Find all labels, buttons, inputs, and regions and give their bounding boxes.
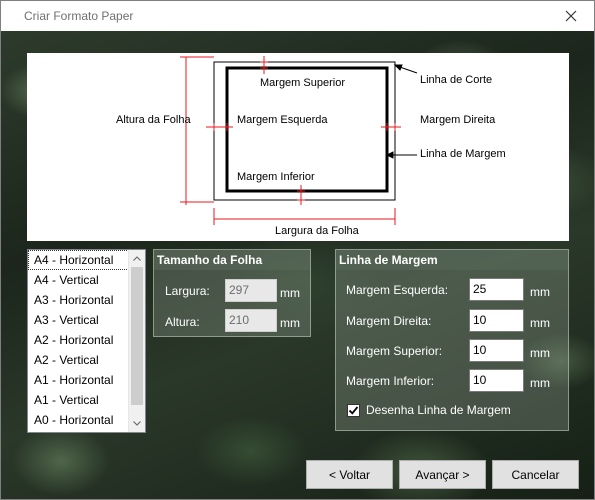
margin-line-group: Linha de Margem Margem Esquerda: 25 mm M… bbox=[335, 249, 569, 431]
list-item[interactable]: A4 - Vertical bbox=[28, 270, 129, 290]
check-icon bbox=[348, 405, 359, 415]
sheet-size-title: Tamanho da Folha bbox=[154, 250, 310, 270]
width-label: Largura: bbox=[165, 284, 210, 298]
top-margin-field-label: Margem Superior: bbox=[346, 344, 443, 358]
list-item[interactable]: A4 - Horizontal bbox=[28, 250, 129, 270]
bottom-margin-field[interactable]: 10 bbox=[469, 369, 524, 392]
height-unit: mm bbox=[280, 316, 300, 330]
list-item[interactable]: A3 - Vertical bbox=[28, 310, 129, 330]
left-margin-label: Margem Esquerda bbox=[237, 114, 328, 126]
paper-format-list[interactable]: A4 - Horizontal A4 - Vertical A3 - Horiz… bbox=[27, 249, 146, 433]
draw-margin-line-checkbox[interactable]: Desenha Linha de Margem bbox=[347, 403, 511, 417]
draw-margin-line-label: Desenha Linha de Margem bbox=[366, 403, 511, 417]
right-margin-field[interactable]: 10 bbox=[469, 309, 524, 332]
list-item[interactable]: A2 - Vertical bbox=[28, 350, 129, 370]
top-margin-unit: mm bbox=[530, 346, 550, 360]
sheet-height-label: Altura da Folha bbox=[116, 114, 191, 126]
cut-line-label: Linha de Corte bbox=[420, 74, 493, 86]
pointer-arrows bbox=[385, 64, 418, 159]
list-item[interactable]: A0 - Horizontal bbox=[28, 410, 129, 430]
list-item[interactable]: A2 - Horizontal bbox=[28, 330, 129, 350]
scroll-up-arrow[interactable] bbox=[129, 250, 145, 267]
width-field[interactable]: 297 bbox=[225, 279, 277, 302]
cancel-button[interactable]: Cancelar bbox=[492, 460, 579, 489]
close-icon bbox=[565, 10, 577, 22]
bottom-margin-label: Margem Inferior bbox=[237, 171, 315, 183]
list-item[interactable]: A1 - Horizontal bbox=[28, 370, 129, 390]
title-bar: Criar Formato Paper bbox=[1, 1, 594, 31]
dialog-window: Criar Formato Paper Altura da Folha Larg… bbox=[0, 0, 595, 500]
scroll-down-arrow[interactable] bbox=[129, 415, 145, 432]
top-margin-label: Margem Superior bbox=[260, 77, 345, 89]
close-button[interactable] bbox=[548, 1, 594, 31]
margin-line-title: Linha de Margem bbox=[336, 250, 568, 270]
scroll-thumb[interactable] bbox=[131, 267, 143, 405]
right-margin-unit: mm bbox=[530, 316, 550, 330]
left-margin-unit: mm bbox=[530, 285, 550, 299]
list-item[interactable]: A1 - Vertical bbox=[28, 390, 129, 410]
paper-diagram: Altura da Folha Largura da Folha Margem … bbox=[27, 53, 569, 241]
checkbox-box[interactable] bbox=[347, 403, 360, 417]
bottom-margin-unit: mm bbox=[530, 376, 550, 390]
back-button[interactable]: < Voltar bbox=[306, 460, 393, 489]
right-margin-label: Margem Direita bbox=[420, 114, 496, 126]
top-margin-field[interactable]: 10 bbox=[469, 339, 524, 362]
margin-line-label: Linha de Margem bbox=[420, 148, 506, 160]
chevron-down-icon bbox=[133, 421, 141, 426]
left-margin-field-label: Margem Esquerda: bbox=[346, 283, 449, 297]
window-title: Criar Formato Paper bbox=[24, 9, 134, 23]
dialog-client-area: Altura da Folha Largura da Folha Margem … bbox=[1, 31, 594, 499]
sheet-width-label: Largura da Folha bbox=[275, 225, 359, 237]
chevron-up-icon bbox=[133, 256, 141, 261]
left-margin-field[interactable]: 25 bbox=[469, 278, 524, 301]
list-scrollbar[interactable] bbox=[128, 250, 145, 432]
right-margin-field-label: Margem Direita: bbox=[346, 314, 432, 328]
bottom-margin-field-label: Margem Inferior: bbox=[346, 374, 435, 388]
height-field[interactable]: 210 bbox=[225, 309, 277, 332]
next-button[interactable]: Avançar > bbox=[399, 460, 486, 489]
width-unit: mm bbox=[280, 286, 300, 300]
sheet-size-group: Tamanho da Folha Largura: 297 mm Altura:… bbox=[153, 249, 311, 337]
height-label: Altura: bbox=[165, 315, 200, 329]
list-item[interactable]: A3 - Horizontal bbox=[28, 290, 129, 310]
